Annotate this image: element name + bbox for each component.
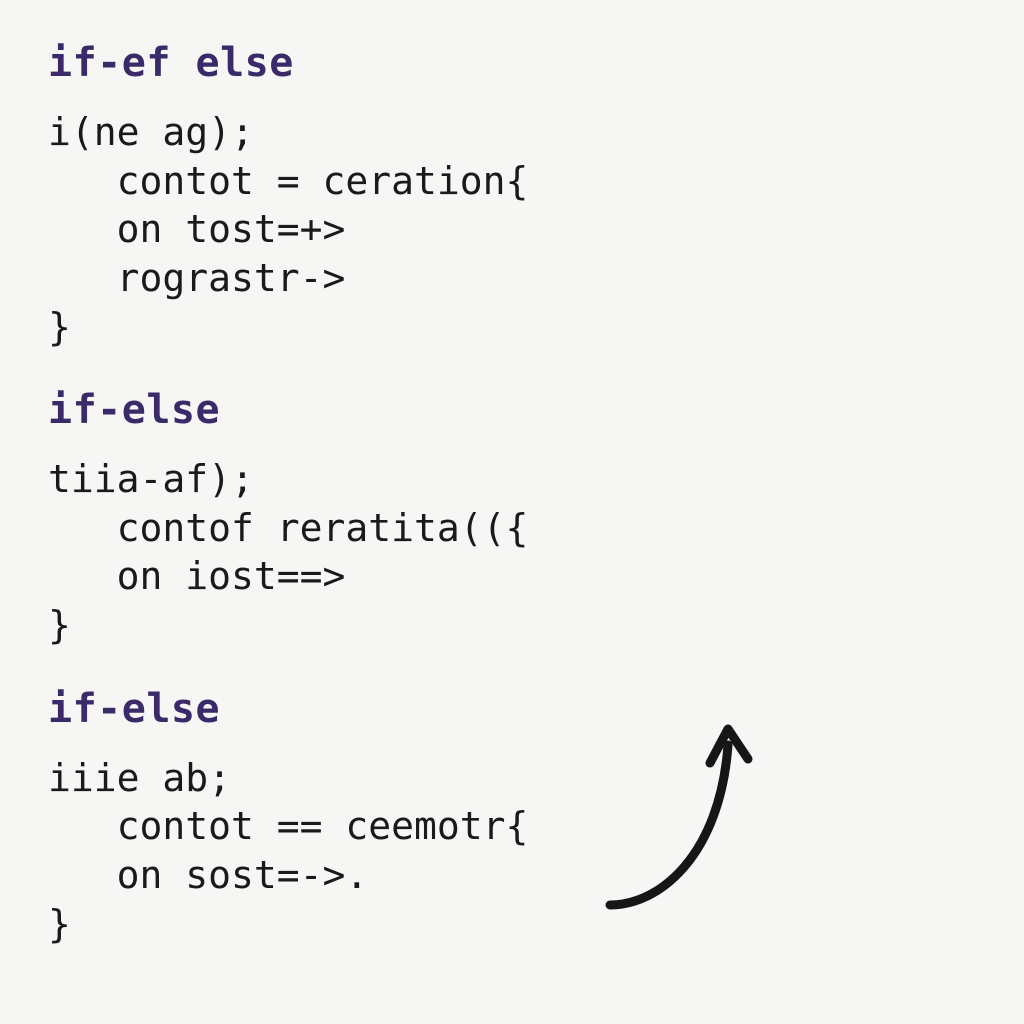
document-page: if-ef else i(ne ag); contot = ceration{ … [0,0,1024,1024]
block-code: i(ne ag); contot = ceration{ on tost=+> … [48,108,984,351]
block-code: iiie ab; contot == ceemotr{ on sost=->. … [48,754,984,949]
code-block-3: if-else iiie ab; contot == ceemotr{ on s… [48,686,984,949]
curved-arrow-icon [590,705,770,925]
block-heading: if-else [48,387,984,433]
block-heading: if-else [48,686,984,732]
block-heading: if-ef else [48,40,984,86]
code-block-1: if-ef else i(ne ag); contot = ceration{ … [48,40,984,351]
block-code: tiia-af); contof reratita(({ on iost==> … [48,455,984,650]
code-block-2: if-else tiia-af); contof reratita(({ on … [48,387,984,650]
